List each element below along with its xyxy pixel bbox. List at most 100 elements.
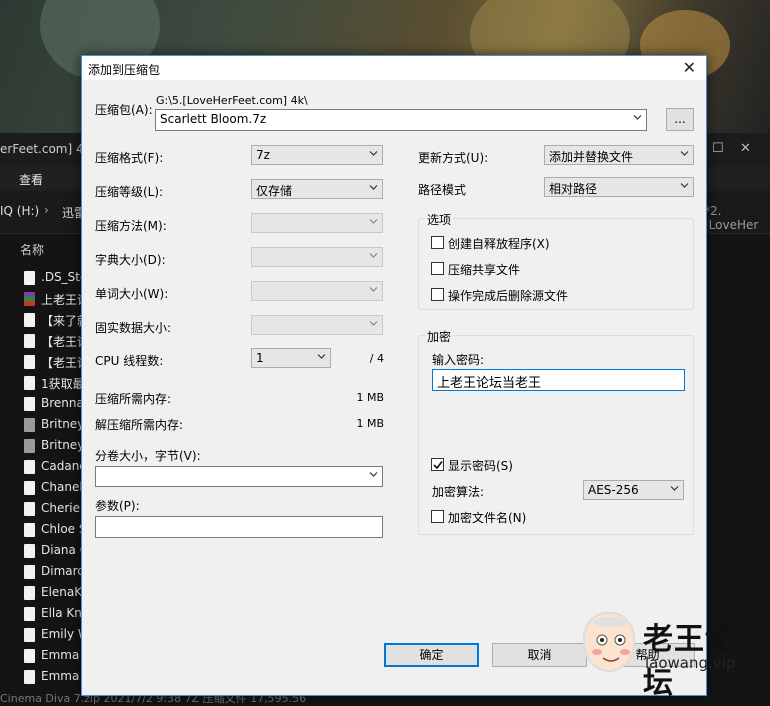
mem-decomp-value: 1 MB <box>356 417 384 430</box>
split-label: 分卷大小，字节(V): <box>95 449 201 463</box>
sfx-checkbox-box[interactable] <box>431 236 444 249</box>
chevron-down-icon <box>633 115 642 120</box>
path-mode-select[interactable]: 相对路径 <box>544 177 694 197</box>
encryption-group: 加密 输入密码: 上老王论坛当老王 显示密码(S) 加密算法: AES-256 … <box>418 328 694 535</box>
chevron-down-icon <box>670 486 679 491</box>
list-item[interactable]: Britney <box>24 415 84 435</box>
show-password-checkbox-box[interactable] <box>431 458 444 471</box>
list-item[interactable]: .DS_Store <box>24 268 84 288</box>
watermark-url: laowang.vip <box>645 654 736 672</box>
shared-checkbox-box[interactable] <box>431 262 444 275</box>
list-item[interactable]: Cherie <box>24 499 84 519</box>
list-item[interactable]: 【老王论 <box>24 331 84 351</box>
list-item[interactable]: Chloe S <box>24 520 84 540</box>
update-select[interactable]: 添加并替换文件 <box>544 145 694 165</box>
menu-view[interactable]: 查看 <box>19 171 43 188</box>
chevron-down-icon <box>369 287 378 292</box>
file-icon <box>24 397 35 411</box>
file-name: 1获取最新 <box>41 377 84 391</box>
algo-select[interactable]: AES-256 <box>583 480 684 500</box>
file-name: .DS_Store <box>41 270 84 284</box>
explorer-maximize-icon[interactable]: ☐ <box>712 141 724 156</box>
column-header-name[interactable]: 名称 <box>20 241 44 258</box>
file-icon <box>24 628 35 642</box>
list-item[interactable]: Dimarco <box>24 562 84 582</box>
list-item[interactable]: 【来了就 <box>24 310 84 330</box>
threads-select[interactable]: 1 <box>251 348 331 368</box>
chevron-down-icon <box>369 321 378 326</box>
list-item[interactable]: Brenna <box>24 394 84 414</box>
file-icon <box>24 355 35 369</box>
delete-checkbox-box[interactable] <box>431 288 444 301</box>
list-item[interactable]: 1获取最新 <box>24 373 84 393</box>
address-drive[interactable]: IQ (H:) <box>0 204 39 218</box>
browse-button[interactable]: ... <box>666 108 694 131</box>
file-icon <box>24 334 35 348</box>
list-item[interactable]: ElenaKo <box>24 583 84 603</box>
params-input[interactable] <box>95 516 383 538</box>
file-name: Brenna <box>41 396 84 410</box>
file-icon <box>24 670 35 684</box>
archive-path: G:\5.[LoveHerFeet.com] 4k\ <box>156 94 308 107</box>
file-icon <box>24 313 35 327</box>
file-icon <box>24 271 35 285</box>
breadcrumb-chevron-icon: › <box>44 203 49 217</box>
password-input[interactable]: 上老王论坛当老王 <box>432 369 685 391</box>
chevron-down-icon <box>369 219 378 224</box>
solid-label: 固实数据大小: <box>95 321 172 335</box>
file-name: Chloe S <box>41 522 84 536</box>
encrypt-names-label: 加密文件名(N) <box>448 511 527 525</box>
archive-label: 压缩包(A): <box>95 103 153 117</box>
dialog-titlebar: 添加到压缩包 ✕ <box>82 56 706 80</box>
algo-value: AES-256 <box>588 483 639 497</box>
list-item[interactable]: Ella Kno <box>24 604 84 624</box>
file-icon <box>24 523 35 537</box>
file-name: Cadance <box>41 459 84 473</box>
explorer-title-text: erFeet.com] 4 <box>0 142 84 156</box>
format-value: 7z <box>256 148 270 162</box>
word-select[interactable] <box>251 281 383 301</box>
archive-name-combo[interactable]: Scarlett Bloom.7z <box>155 109 647 131</box>
list-item[interactable]: Cadance <box>24 457 84 477</box>
update-label: 更新方式(U): <box>418 151 489 165</box>
list-item[interactable]: Diana G <box>24 541 84 561</box>
address-right-crumb[interactable]: *2.[LoveHer <box>704 204 770 232</box>
explorer-close-icon[interactable]: ✕ <box>740 141 751 156</box>
file-icon <box>24 481 35 495</box>
file-name: ElenaKo <box>41 585 84 599</box>
list-item[interactable]: Britney <box>24 436 84 456</box>
cancel-button[interactable]: 取消 <box>492 643 587 667</box>
method-select[interactable] <box>251 213 383 233</box>
list-item[interactable]: 上老王论坛 <box>24 289 84 309</box>
dict-select[interactable] <box>251 247 383 267</box>
dict-label: 字典大小(D): <box>95 253 166 267</box>
encrypt-names-checkbox-box[interactable] <box>431 510 444 523</box>
file-name: 上老王论坛 <box>41 293 84 307</box>
mem-comp-label: 压缩所需内存: <box>95 392 172 406</box>
list-item[interactable]: Emma <box>24 667 84 687</box>
level-select[interactable]: 仅存储 <box>251 179 383 199</box>
threads-total: / 4 <box>369 352 384 365</box>
file-name: Cherie <box>41 501 81 515</box>
list-item[interactable]: Chanel <box>24 478 84 498</box>
list-item[interactable]: Emma <box>24 646 84 666</box>
list-item[interactable]: Emily W <box>24 625 84 645</box>
list-item[interactable]: 【老王论 <box>24 352 84 372</box>
chevron-down-icon <box>369 185 378 190</box>
file-name: Britney <box>41 438 84 452</box>
file-icon <box>24 460 35 474</box>
file-name: Ella Kno <box>41 606 84 620</box>
mem-comp-value: 1 MB <box>356 391 384 404</box>
file-name: Emma <box>41 669 80 683</box>
file-name: Diana G <box>41 543 84 557</box>
split-combo[interactable] <box>95 466 383 487</box>
encryption-legend: 加密 <box>425 328 454 345</box>
chevron-down-icon <box>369 253 378 258</box>
threads-label: CPU 线程数: <box>95 354 164 368</box>
ok-button[interactable]: 确定 <box>384 643 479 667</box>
close-icon[interactable]: ✕ <box>683 58 696 77</box>
file-icon <box>24 649 35 663</box>
add-to-archive-dialog: 添加到压缩包 ✕ 压缩包(A): G:\5.[LoveHerFeet.com] … <box>81 55 707 696</box>
format-select[interactable]: 7z <box>251 145 383 165</box>
solid-select[interactable] <box>251 315 383 335</box>
